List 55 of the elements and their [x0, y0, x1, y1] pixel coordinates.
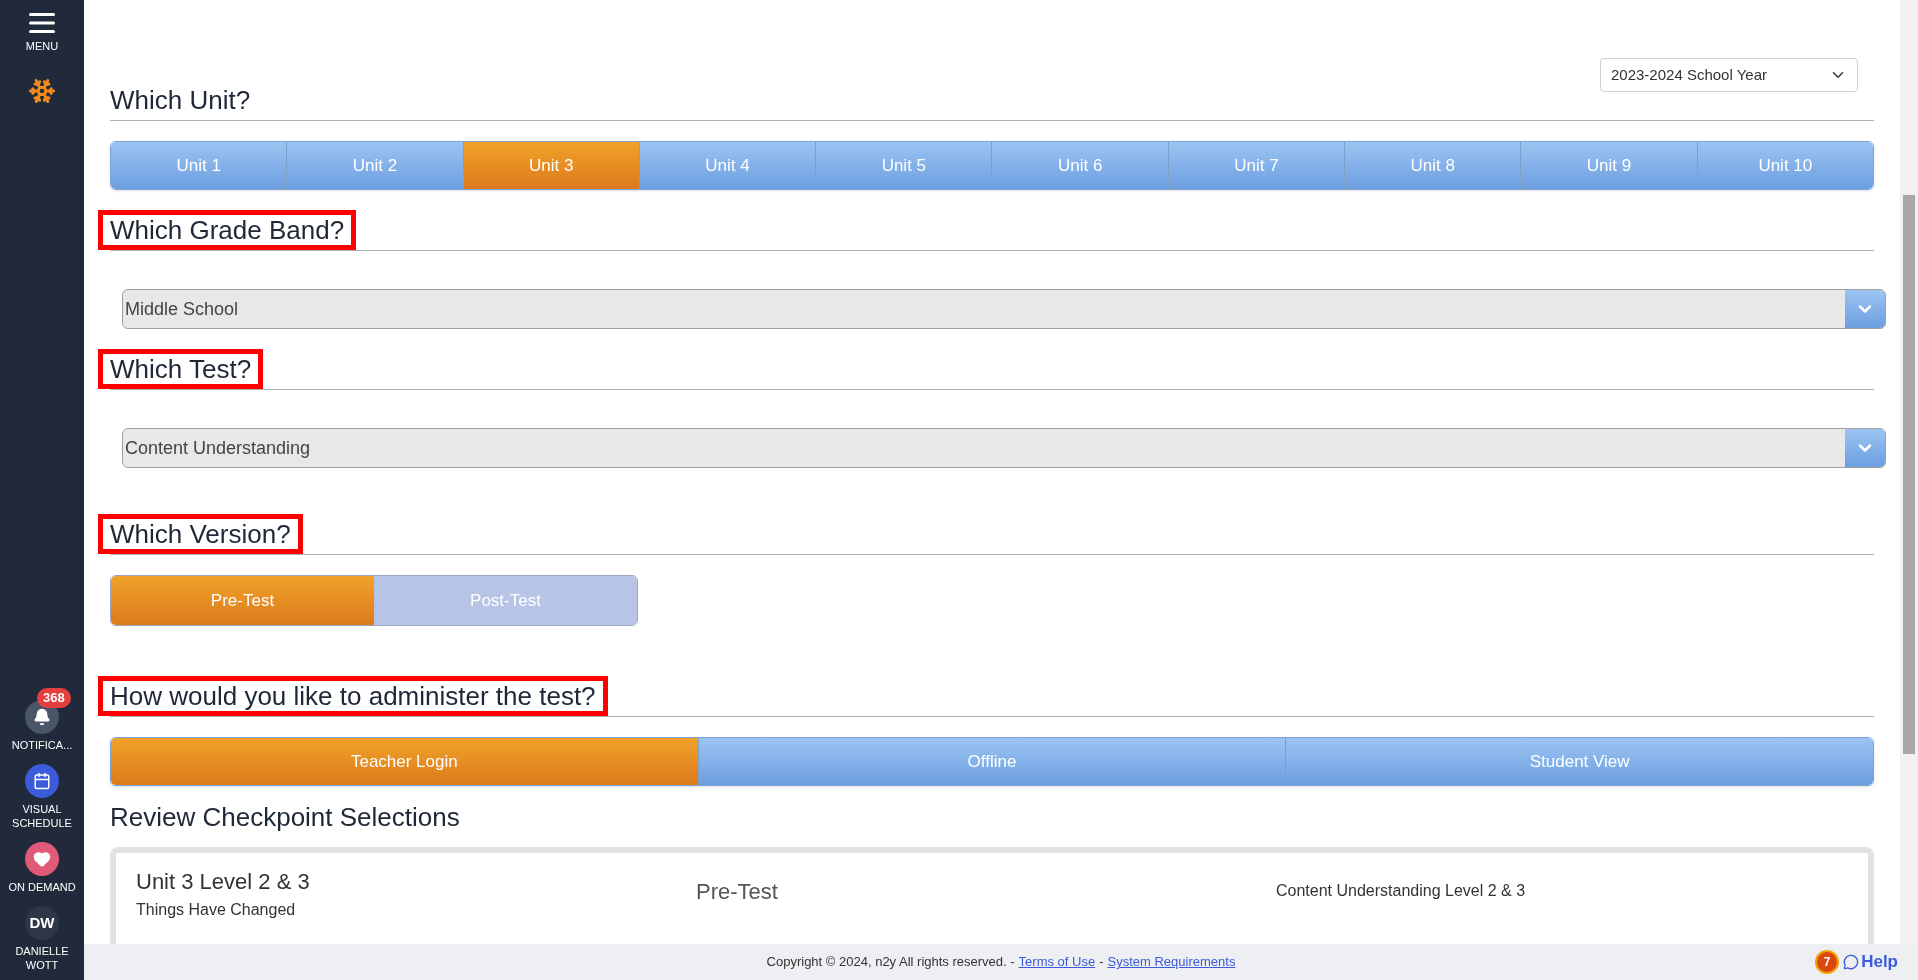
help-button[interactable]: Help	[1843, 949, 1898, 975]
option-tab[interactable]: Unit 2	[286, 142, 463, 189]
bell-button[interactable]	[25, 700, 59, 734]
sidebar-item-label[interactable]: VISUAL SCHEDULE	[2, 802, 82, 830]
section-heading: Which Unit?	[110, 84, 251, 116]
review-heading: Review Checkpoint Selections	[110, 801, 461, 834]
section-heading: Which Test?	[110, 353, 252, 385]
requirements-link[interactable]: System Requirements	[1107, 952, 1236, 972]
copyright-text: Copyright © 2024, n2y All rights reserved. -	[766, 953, 1015, 972]
sidebar-item-label[interactable]: ON DEMAND	[2, 880, 82, 894]
dropdown-select[interactable]: Middle School	[122, 289, 1886, 329]
option-tab[interactable]: Offline	[697, 738, 1286, 785]
bell-icon	[33, 708, 51, 726]
calendar-icon	[33, 772, 51, 790]
card-title: Unit 3 Level 2 & 3	[136, 868, 311, 896]
option-tab[interactable]: Unit 4	[638, 142, 816, 189]
option-tab[interactable]: Unit 5	[815, 142, 992, 189]
notification-count-badge: 368	[37, 688, 71, 708]
separator-text: -	[1099, 953, 1104, 972]
option-tab[interactable]: Unit 3	[462, 142, 639, 189]
scrollbar[interactable]	[1900, 0, 1918, 944]
terms-link[interactable]: Terms of Use	[1018, 952, 1096, 972]
heart-icon	[33, 850, 51, 868]
option-tab[interactable]: Unit 1	[111, 142, 287, 189]
chat-icon	[1843, 954, 1860, 970]
section-heading: How would you like to administer the test?	[110, 680, 596, 712]
help-count-badge: 7	[1815, 950, 1840, 974]
select-value: Middle School	[124, 297, 240, 321]
option-tab[interactable]: Unit 7	[1167, 142, 1345, 189]
option-tab[interactable]: Teacher Login	[111, 738, 698, 785]
school-year-select[interactable]: 2023-2024 School Year	[1600, 58, 1858, 92]
option-tab[interactable]: Unit 9	[1520, 142, 1697, 189]
option-tab[interactable]: Unit 10	[1696, 142, 1873, 189]
version-toggle[interactable]: Pre-Test	[111, 576, 374, 625]
sidebar-item-label[interactable]: DANIELLE WOTT	[2, 944, 82, 972]
card-subtitle: Things Have Changed	[136, 900, 297, 920]
option-tab[interactable]: Unit 8	[1344, 142, 1521, 189]
option-tab[interactable]: Student View	[1285, 738, 1873, 785]
version-toggle[interactable]: Post-Test	[374, 576, 637, 625]
card-version: Pre-Test	[696, 878, 779, 906]
section-heading: Which Version?	[110, 518, 291, 550]
sidebar-item-label[interactable]: NOTIFICA...	[2, 738, 82, 752]
section-heading: Which Grade Band?	[110, 214, 345, 246]
card-test: Content Understanding Level 2 & 3	[1276, 881, 1526, 901]
menu-label[interactable]: MENU	[25, 38, 59, 55]
snowflake-logo-icon[interactable]	[28, 76, 56, 105]
heart-button[interactable]	[25, 842, 59, 876]
chevron-down-icon	[1845, 290, 1885, 328]
option-tab[interactable]: Unit 6	[991, 142, 1168, 189]
calendar-button[interactable]	[25, 764, 59, 798]
menu-icon[interactable]	[29, 12, 55, 34]
chevron-down-icon	[1845, 429, 1885, 467]
select-value: Content Understanding	[124, 436, 312, 460]
dropdown-select[interactable]: Content Understanding	[122, 428, 1886, 468]
user-avatar[interactable]: DW	[25, 906, 59, 940]
